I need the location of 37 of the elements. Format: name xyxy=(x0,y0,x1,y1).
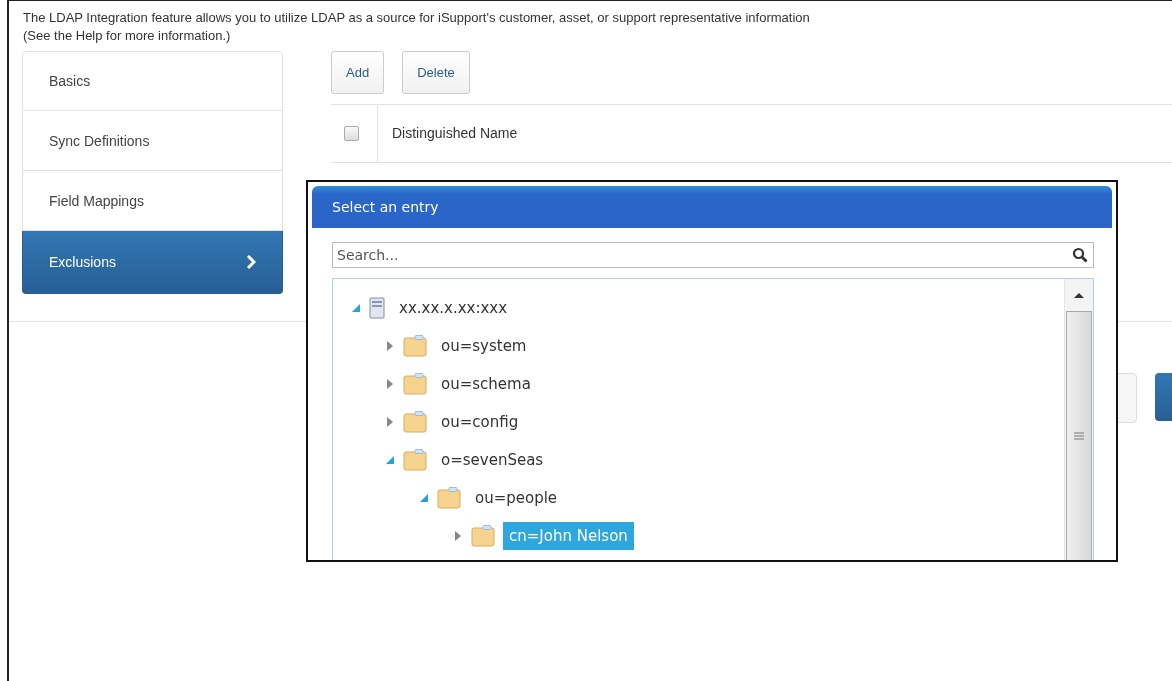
grip-icon xyxy=(1074,432,1084,440)
collapsed-triangle-icon[interactable] xyxy=(387,379,393,389)
tree-node[interactable]: ou=system xyxy=(435,332,533,360)
folder-icon xyxy=(471,525,495,547)
folder-icon xyxy=(403,411,427,433)
sidebar-item[interactable]: Basics xyxy=(22,51,283,111)
column-header: Distinguished Name xyxy=(377,105,518,162)
server-icon xyxy=(369,297,385,319)
add-button[interactable]: Add xyxy=(331,51,385,94)
folder-icon xyxy=(403,449,427,471)
sidebar-item[interactable]: Sync Definitions xyxy=(22,111,283,171)
tree-node[interactable]: xx.xx.x.xx:xxx xyxy=(393,294,514,322)
expanded-triangle-icon[interactable] xyxy=(352,304,360,312)
tree-node[interactable]: o=sevenSeas xyxy=(435,446,550,474)
search-field[interactable]: Search... xyxy=(332,242,1094,268)
sidebar-item[interactable]: Exclusions xyxy=(22,231,283,294)
tree-node[interactable]: ou=schema xyxy=(435,370,537,398)
sidebar-item[interactable]: Field Mappings xyxy=(22,171,283,231)
tree-node[interactable]: ou=config xyxy=(435,408,525,436)
expanded-triangle-icon[interactable] xyxy=(420,494,428,502)
search-icon[interactable] xyxy=(1072,247,1088,263)
help-note: (See the Help for more information.) xyxy=(23,27,232,45)
folder-icon xyxy=(403,373,427,395)
intro-text: The LDAP Integration feature allows you to utilize LDAP as a source for iSupport's customer, asset, or support representative information xyxy=(23,9,811,27)
checkbox[interactable] xyxy=(344,126,359,141)
expanded-triangle-icon[interactable] xyxy=(386,456,394,464)
folder-icon xyxy=(437,487,461,509)
delete-button[interactable]: Delete xyxy=(402,51,470,94)
tree-node[interactable]: ou=people xyxy=(469,484,564,512)
scroll-up-icon[interactable] xyxy=(1073,291,1085,299)
scrollbar[interactable] xyxy=(1064,279,1093,560)
dialog-title: Select an entry xyxy=(312,186,1112,228)
folder-icon xyxy=(403,335,427,357)
collapsed-triangle-icon[interactable] xyxy=(387,341,393,351)
chevron-right-icon xyxy=(246,255,256,269)
collapsed-triangle-icon[interactable] xyxy=(387,417,393,427)
collapsed-triangle-icon[interactable] xyxy=(455,531,461,541)
